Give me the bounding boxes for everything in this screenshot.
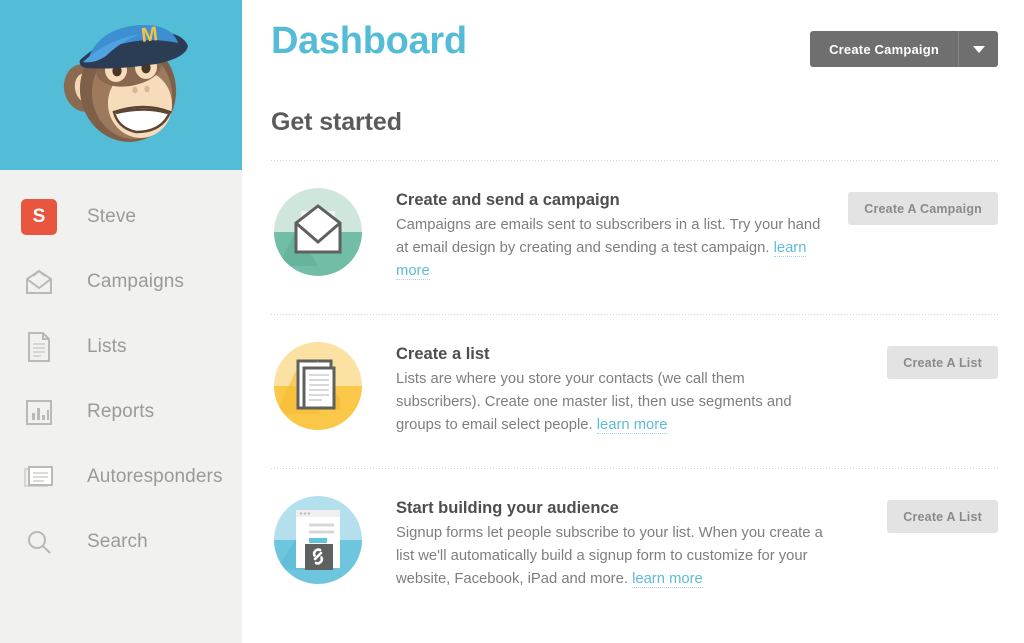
section-title: Get started bbox=[271, 108, 402, 136]
card-text: Signup forms let people subscribe to you… bbox=[396, 522, 828, 591]
sidebar-item-label: Reports bbox=[87, 400, 155, 422]
sidebar-item-campaigns[interactable]: Campaigns bbox=[0, 249, 242, 314]
card-text: Lists are where you store your contacts … bbox=[396, 368, 828, 437]
create-campaign-button[interactable]: Create Campaign bbox=[810, 31, 958, 67]
card-action: Create A Campaign bbox=[848, 188, 998, 225]
get-started-card-audience: Start building your audience Signup form… bbox=[271, 469, 998, 599]
sidebar-item-reports[interactable]: Reports bbox=[0, 379, 242, 444]
card-body: Start building your audience Signup form… bbox=[396, 496, 828, 591]
sidebar-item-autoresponders[interactable]: Autoresponders bbox=[0, 444, 242, 509]
mailchimp-freddie-logo: M bbox=[36, 8, 206, 162]
card-title: Create and send a campaign bbox=[396, 191, 620, 209]
signup-form-circle-icon bbox=[274, 496, 362, 584]
page-header: Dashboard Create Campaign bbox=[271, 0, 998, 67]
card-action: Create A List bbox=[887, 342, 998, 379]
avatar-letter: S bbox=[21, 198, 57, 235]
sidebar-item-steve[interactable]: S Steve bbox=[0, 184, 242, 249]
logo-panel: M bbox=[0, 0, 242, 170]
create-campaign-dropdown-button[interactable] bbox=[958, 31, 998, 67]
get-started-card-campaign: Create and send a campaign Campaigns are… bbox=[271, 161, 998, 291]
card-text: Campaigns are emails sent to subscribers… bbox=[396, 214, 828, 283]
card-body: Create a list Lists are where you store … bbox=[396, 342, 828, 437]
card-title: Create a list bbox=[396, 345, 490, 363]
sidebar-item-label: Campaigns bbox=[87, 270, 185, 292]
document-circle-icon bbox=[274, 342, 362, 430]
bar-chart-icon bbox=[20, 393, 58, 431]
sidebar: M S Steve Campaigns Lists Reports Autore… bbox=[0, 0, 242, 643]
document-icon bbox=[20, 328, 58, 366]
main-content: Dashboard Create Campaign Get started Cr… bbox=[242, 0, 1024, 643]
search-icon bbox=[20, 523, 58, 561]
get-started-card-list: Create a list Lists are where you store … bbox=[271, 315, 998, 445]
sidebar-nav: S Steve Campaigns Lists Reports Autoresp… bbox=[0, 170, 242, 574]
card-title: Start building your audience bbox=[396, 499, 619, 517]
create-a-list-button[interactable]: Create A List bbox=[887, 500, 998, 533]
sidebar-item-label: Search bbox=[87, 530, 148, 552]
create-campaign-split-button: Create Campaign bbox=[810, 31, 998, 67]
learn-more-link[interactable]: learn more bbox=[632, 571, 703, 588]
chevron-down-icon bbox=[972, 45, 985, 53]
sidebar-item-lists[interactable]: Lists bbox=[0, 314, 242, 379]
page-title: Dashboard bbox=[271, 20, 467, 62]
svg-text:M: M bbox=[140, 23, 159, 47]
learn-more-link[interactable]: learn more bbox=[596, 417, 668, 434]
stacked-windows-icon bbox=[20, 458, 58, 496]
card-description: Campaigns are emails sent to subscribers… bbox=[396, 217, 821, 256]
sidebar-item-label: Autoresponders bbox=[87, 465, 223, 487]
create-a-list-button[interactable]: Create A List bbox=[887, 346, 998, 379]
envelope-circle-icon bbox=[274, 188, 362, 276]
sidebar-item-label: Lists bbox=[87, 335, 127, 357]
card-description: Lists are where you store your contacts … bbox=[396, 371, 792, 433]
user-avatar: S bbox=[20, 198, 58, 236]
sidebar-item-label: Steve bbox=[87, 205, 137, 227]
card-description: Signup forms let people subscribe to you… bbox=[396, 525, 823, 587]
dashboard-app: M S Steve Campaigns Lists Reports Autore… bbox=[0, 0, 1024, 643]
card-action: Create A List bbox=[887, 496, 998, 533]
card-body: Create and send a campaign Campaigns are… bbox=[396, 188, 828, 283]
create-a-campaign-button[interactable]: Create A Campaign bbox=[848, 192, 998, 225]
envelope-icon bbox=[20, 263, 58, 301]
sidebar-item-search[interactable]: Search bbox=[0, 509, 242, 574]
